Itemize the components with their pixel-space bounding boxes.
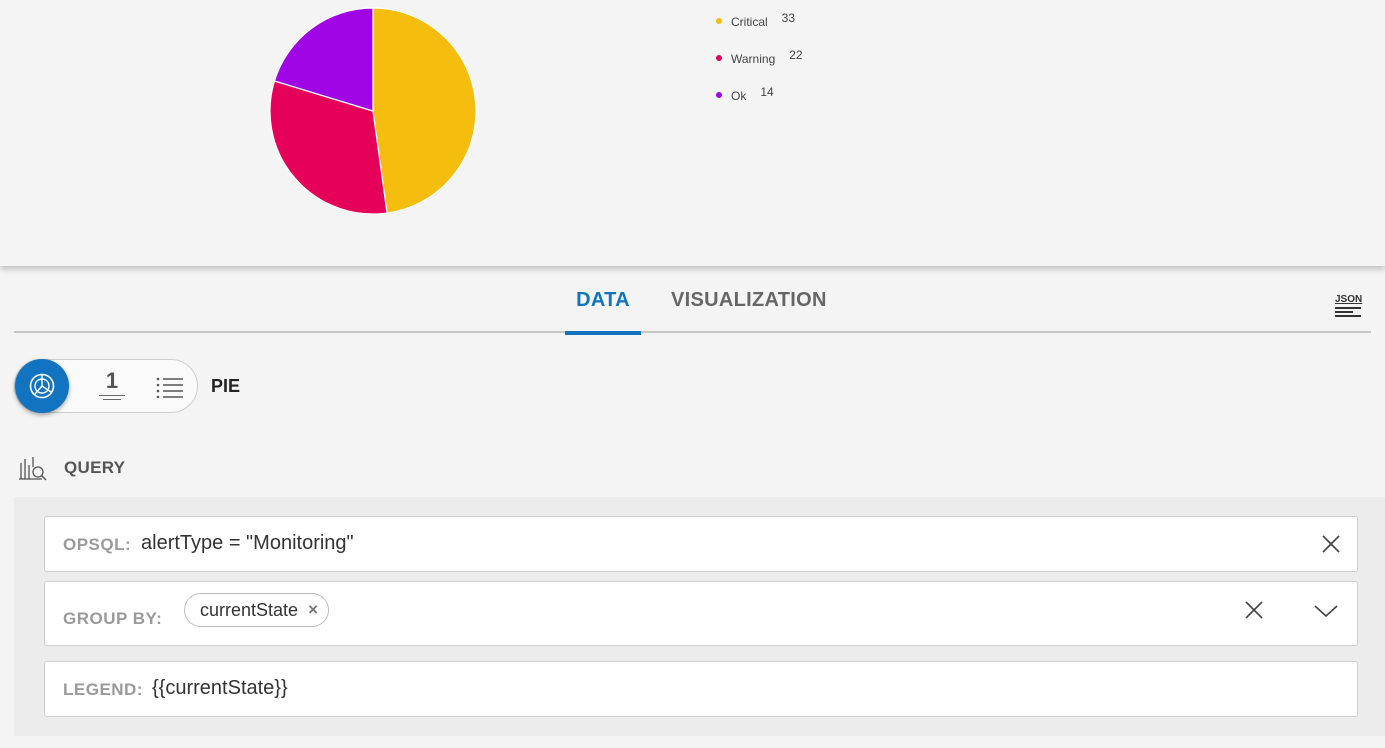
list-icon bbox=[156, 377, 183, 399]
opsql-clear-icon[interactable] bbox=[1320, 533, 1342, 555]
query-section-header: QUERY bbox=[18, 455, 125, 481]
json-view-button[interactable]: JSON bbox=[1335, 294, 1363, 322]
json-lines-icon bbox=[1335, 307, 1361, 317]
legend-value: 14 bbox=[760, 85, 774, 99]
single-value-underline bbox=[99, 395, 125, 396]
chip-remove-icon[interactable]: × bbox=[308, 600, 318, 620]
legend-item-critical[interactable]: Critical 33 bbox=[716, 11, 796, 29]
legend-label: Ok bbox=[731, 89, 747, 103]
pie-chart-type-button[interactable] bbox=[15, 359, 69, 413]
legend-field-label: LEGEND: bbox=[63, 680, 143, 699]
opsql-input[interactable]: alertType = "Monitoring" bbox=[141, 532, 354, 555]
legend-label: Warning bbox=[731, 52, 776, 66]
group-by-field[interactable]: GROUP BY: currentState × bbox=[44, 581, 1358, 646]
legend-dot bbox=[716, 18, 722, 24]
pie-chart bbox=[269, 7, 477, 215]
query-panel: OPSQL: alertType = "Monitoring" GROUP BY… bbox=[14, 497, 1385, 736]
legend-value: 33 bbox=[781, 11, 796, 25]
pie-chart-icon bbox=[29, 373, 55, 399]
editor-tabs: DATA VISUALIZATION JSON bbox=[14, 266, 1371, 335]
single-value-label: 1 bbox=[105, 368, 119, 393]
tab-visualization[interactable]: VISUALIZATION bbox=[671, 289, 827, 312]
legend-field[interactable]: LEGEND: {{currentState}} bbox=[44, 661, 1358, 717]
chevron-down-icon[interactable] bbox=[1313, 603, 1339, 619]
query-heading: QUERY bbox=[64, 458, 126, 477]
visualization-type-selector: 1 bbox=[14, 359, 198, 413]
selected-visualization-name: PIE bbox=[211, 376, 241, 396]
legend-label: Critical bbox=[731, 15, 768, 29]
pie-slice-critical[interactable] bbox=[372, 7, 477, 214]
single-value-type-button[interactable]: 1 bbox=[97, 370, 127, 400]
legend-dot bbox=[716, 92, 722, 98]
query-analytics-icon bbox=[19, 457, 47, 481]
legend-item-warning[interactable]: Warning 22 bbox=[716, 48, 803, 66]
opsql-field[interactable]: OPSQL: alertType = "Monitoring" bbox=[44, 516, 1358, 572]
legend-dot bbox=[716, 55, 722, 61]
legend-input[interactable]: {{currentState}} bbox=[152, 677, 288, 700]
group-by-chip: currentState × bbox=[184, 593, 329, 627]
legend-item-ok[interactable]: Ok 14 bbox=[716, 85, 774, 103]
group-by-label: GROUP BY: bbox=[63, 609, 163, 628]
single-value-underline-2 bbox=[103, 399, 121, 400]
chart-preview: Critical 33 Warning 22 Ok 14 bbox=[0, 0, 1385, 266]
json-label: JSON bbox=[1335, 294, 1363, 305]
group-by-clear-icon[interactable] bbox=[1243, 599, 1265, 621]
opsql-label: OPSQL: bbox=[63, 535, 132, 554]
query-editor: DATA VISUALIZATION JSON 1 PIE QUERY OPSQ… bbox=[0, 266, 1385, 748]
list-type-button[interactable] bbox=[155, 376, 185, 403]
legend-value: 22 bbox=[789, 48, 803, 62]
tab-data[interactable]: DATA bbox=[565, 289, 641, 335]
group-by-chip-label: currentState bbox=[200, 599, 299, 620]
